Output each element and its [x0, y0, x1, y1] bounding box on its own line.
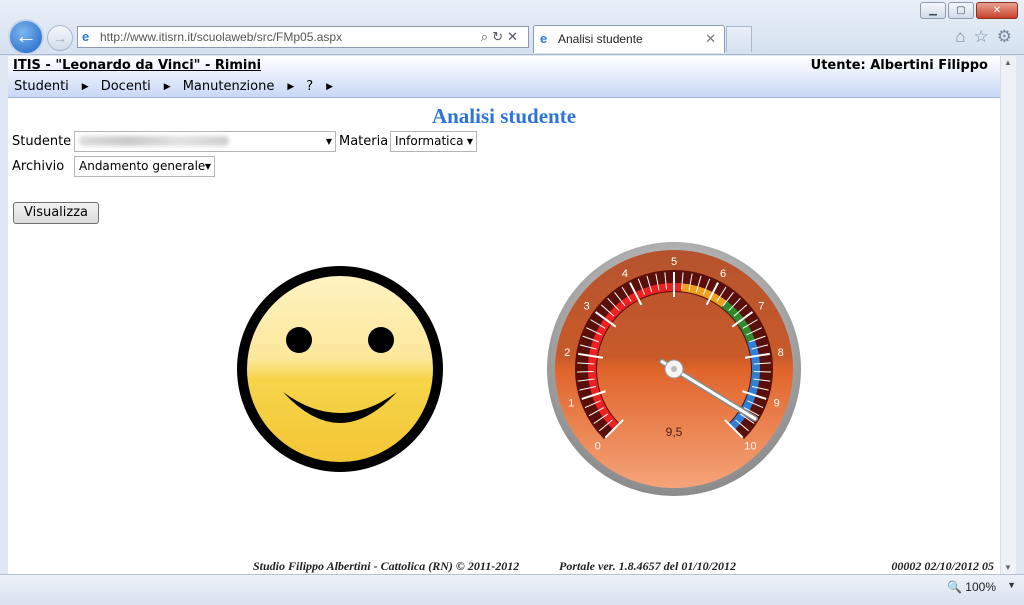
site-header: ITIS - "Leonardo da Vinci" - Rimini Uten… — [8, 56, 1000, 98]
minimize-button[interactable]: ▁ — [920, 2, 946, 19]
gauge-tick-label: 0 — [595, 440, 601, 452]
zoom-chevron-down-icon[interactable]: ▼ — [1007, 580, 1016, 590]
subject-value: Informatica — [395, 134, 464, 148]
gear-icon[interactable]: ⚙ — [997, 27, 1012, 47]
menu-manutenzione[interactable]: Manutenzione ▶ — [183, 79, 295, 94]
footer-info: 00002 02/10/2012 05 — [891, 559, 994, 573]
stop-icon[interactable]: ✕ — [507, 29, 522, 44]
home-icon[interactable]: ⌂ — [955, 27, 965, 47]
back-button[interactable]: ← — [8, 19, 44, 55]
address-url: http://www.itisrn.it/scuolaweb/src/FMp05… — [100, 30, 343, 44]
gauge-tick-label: 4 — [622, 268, 628, 280]
chevron-down-icon: ▼ — [466, 137, 473, 146]
footer-studio: Studio Filippo Albertini - Cattolica (RN… — [253, 559, 520, 573]
browser-tab[interactable]: e Analisi studente ✕ — [533, 25, 725, 53]
status-bar: 🔍 100% ▼ — [0, 574, 1024, 605]
subject-label: Materia — [339, 134, 389, 149]
menu-help[interactable]: ? ▶ — [306, 79, 333, 94]
main-menu: Studenti ▶ Docenti ▶ Manutenzione ▶ ? ▶ — [14, 79, 345, 94]
smiley-right-eye — [368, 327, 394, 353]
menu-label: Docenti — [100, 79, 151, 94]
submenu-arrow-icon: ▶ — [326, 81, 334, 92]
page-footer: Studio Filippo Albertini - Cattolica (RN… — [8, 559, 1000, 574]
subject-select[interactable]: Informatica ▼ — [390, 131, 477, 152]
vertical-scrollbar[interactable]: ▲ ▼ — [1000, 56, 1016, 574]
toolbar-icons: ⌂ ☆ ⚙ — [955, 27, 1012, 47]
ie-page-icon: e — [82, 29, 90, 44]
gauge-tick-label: 7 — [758, 301, 764, 313]
scroll-down-icon[interactable]: ▼ — [1004, 563, 1012, 572]
gauge-tick-label: 2 — [564, 347, 570, 359]
gauge-tick-label: 5 — [671, 256, 677, 268]
gauge-tick-label: 3 — [584, 301, 590, 313]
student-select[interactable]: ▼ — [74, 131, 336, 152]
gauge-tick-label: 8 — [778, 347, 784, 359]
zoom-level[interactable]: 🔍 100% — [947, 580, 996, 594]
footer-version: Portale ver. 1.8.4657 del 01/10/2012 — [559, 559, 736, 573]
new-tab-button[interactable] — [726, 26, 752, 52]
tab-close-icon[interactable]: ✕ — [705, 26, 716, 52]
view-button[interactable]: Visualizza — [13, 202, 99, 224]
search-icon[interactable]: ⌕ — [481, 29, 492, 44]
menu-docenti[interactable]: Docenti ▶ — [101, 79, 171, 94]
gauge-value-label: 9,5 — [666, 425, 683, 439]
browser-chrome: ▁ ▢ ✕ ← → e http://www.itisrn.it/scuolaw… — [0, 0, 1024, 55]
gauge-tick-label: 9 — [774, 397, 780, 409]
scroll-up-icon[interactable]: ▲ — [1004, 58, 1012, 67]
forward-button[interactable]: → — [47, 25, 73, 51]
chevron-down-icon: ▼ — [325, 137, 332, 146]
grade-gauge: 0 1 2 3 4 5 6 7 8 9 10 9,5 — [547, 242, 801, 496]
chevron-down-icon: ▼ — [204, 162, 211, 171]
gauge-tick-label: 1 — [568, 397, 574, 409]
smiley-left-eye — [286, 327, 312, 353]
page-title: Analisi studente — [431, 104, 577, 128]
ie-tab-icon: e — [540, 31, 548, 46]
menu-label: Manutenzione — [182, 79, 275, 94]
maximize-button[interactable]: ▢ — [948, 2, 974, 19]
site-title-link[interactable]: ITIS - "Leonardo da Vinci" - Rimini — [13, 58, 261, 73]
student-label: Studente — [12, 134, 72, 149]
smiley-face — [237, 266, 443, 472]
gauge-tick-label: 10 — [744, 440, 756, 452]
current-user: Utente: Albertini Filippo — [810, 58, 988, 73]
refresh-icon[interactable]: ↻ — [492, 29, 507, 44]
gauge-minor-tick — [577, 371, 595, 373]
menu-studenti[interactable]: Studenti ▶ — [14, 79, 89, 94]
archive-value: Andamento generale — [79, 159, 206, 173]
menu-label: Studenti — [14, 79, 69, 94]
menu-label: ? — [306, 79, 314, 94]
gauge-hub-center — [671, 366, 677, 372]
page-content: ITIS - "Leonardo da Vinci" - Rimini Uten… — [8, 56, 1000, 574]
submenu-arrow-icon: ▶ — [81, 81, 89, 92]
tab-title: Analisi studente — [558, 32, 643, 46]
address-tools[interactable]: ⌕↻✕ — [481, 27, 522, 47]
submenu-arrow-icon: ▶ — [163, 81, 171, 92]
zoom-value: 100% — [965, 580, 996, 594]
submenu-arrow-icon: ▶ — [287, 81, 295, 92]
favorites-star-icon[interactable]: ☆ — [974, 27, 989, 47]
smiley-face-icon — [237, 266, 443, 472]
archive-select[interactable]: Andamento generale ▼ — [74, 156, 215, 177]
archive-label: Archivio — [12, 159, 65, 174]
close-window-button[interactable]: ✕ — [976, 2, 1018, 19]
gauge-tick-label: 6 — [720, 268, 726, 280]
address-bar[interactable]: e http://www.itisrn.it/scuolaweb/src/FMp… — [77, 26, 529, 48]
gauge-minor-tick — [753, 371, 771, 373]
window-controls: ▁ ▢ ✕ — [920, 2, 1018, 19]
student-name-redacted — [79, 136, 229, 146]
